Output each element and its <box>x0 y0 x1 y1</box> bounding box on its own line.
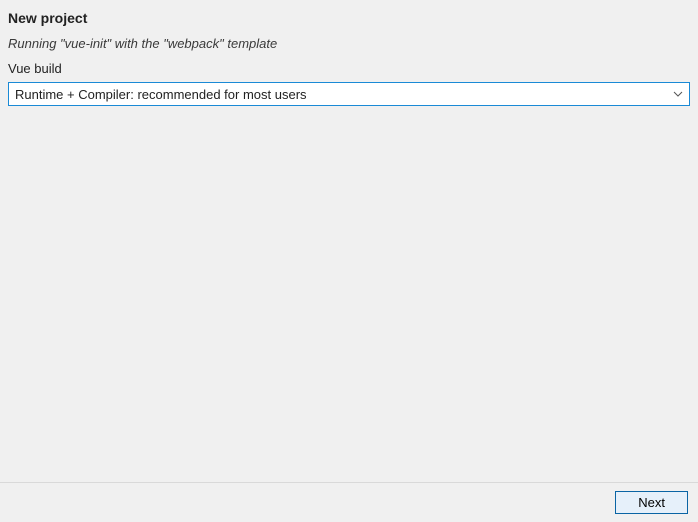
wizard-footer: Next <box>0 482 698 522</box>
vue-build-selected-value: Runtime + Compiler: recommended for most… <box>15 87 307 102</box>
vue-build-select[interactable]: Runtime + Compiler: recommended for most… <box>8 82 690 106</box>
vue-build-label: Vue build <box>8 61 690 76</box>
wizard-main: New project Running "vue-init" with the … <box>0 0 698 480</box>
next-button[interactable]: Next <box>615 491 688 514</box>
page-title: New project <box>8 10 690 26</box>
chevron-down-icon <box>673 89 683 99</box>
page-subtitle: Running "vue-init" with the "webpack" te… <box>8 36 690 51</box>
